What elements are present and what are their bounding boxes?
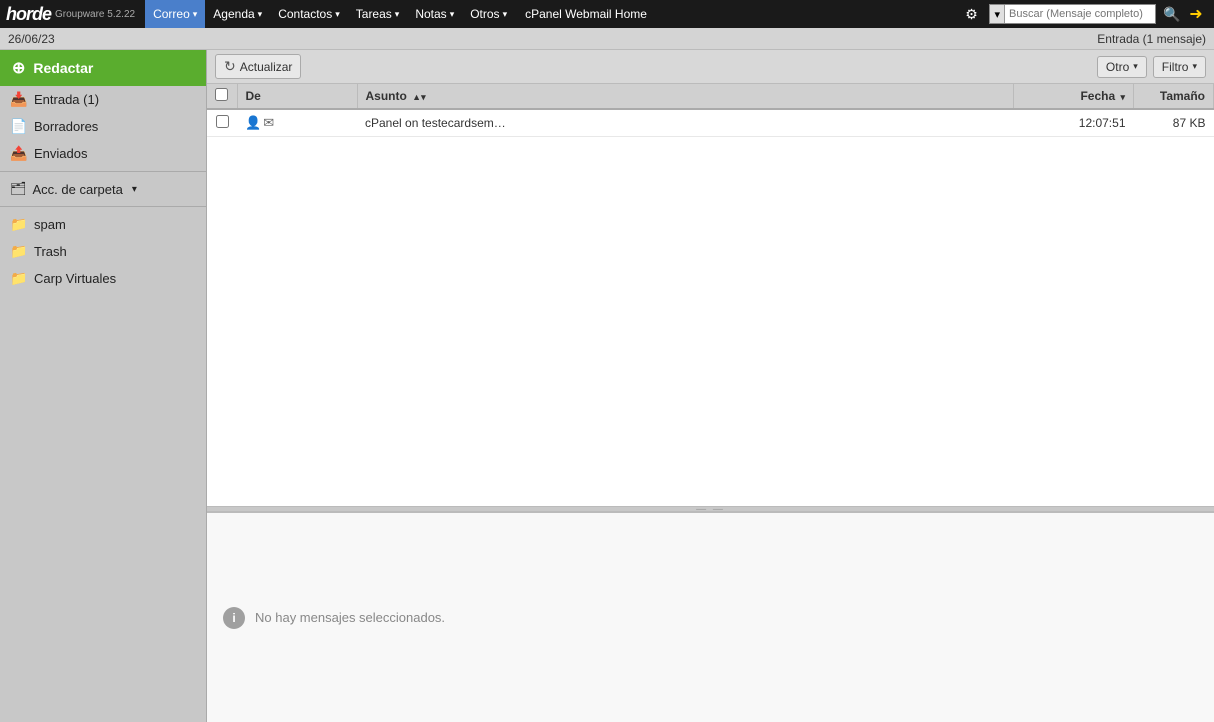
draft-icon: 📄 <box>10 118 28 135</box>
nav-agenda-arrow: ▾ <box>258 9 263 20</box>
carp-virtuales-label: Carp Virtuales <box>34 271 116 286</box>
inbox-icon: 📥 <box>10 91 28 108</box>
nav-agenda[interactable]: Agenda ▾ <box>205 0 270 28</box>
spam-label: spam <box>34 217 66 232</box>
info-icon: i <box>223 607 245 629</box>
borradores-label: Borradores <box>34 119 98 134</box>
main-layout: ⊕ Redactar 📥 Entrada (1) 📄 Borradores 📤 … <box>0 50 1214 722</box>
fecha-sort-arrow: ▾ <box>1120 92 1125 102</box>
enviados-label: Enviados <box>34 146 87 161</box>
sidebar-item-enviados[interactable]: 📤 Enviados <box>0 140 206 167</box>
nav-tareas[interactable]: Tareas ▾ <box>348 0 408 28</box>
row-checkbox-cell <box>207 109 237 137</box>
logout-button[interactable]: ➜ <box>1184 0 1208 28</box>
nav-correo[interactable]: Correo ▾ <box>145 0 205 28</box>
sidebar-divider-2 <box>0 206 206 207</box>
no-selection-text: No hay mensajes seleccionados. <box>255 610 445 625</box>
top-navigation: horde Groupware 5.2.22 Correo ▾ Agenda ▾… <box>0 0 1214 28</box>
sidebar-item-spam[interactable]: 📁 spam <box>0 211 206 238</box>
col-header-de[interactable]: De <box>237 84 357 109</box>
nav-correo-arrow: ▾ <box>193 9 198 20</box>
trash-label: Trash <box>34 244 67 259</box>
nav-notas-arrow: ▾ <box>450 9 455 20</box>
current-date: 26/06/23 <box>8 32 55 46</box>
sidebar: ⊕ Redactar 📥 Entrada (1) 📄 Borradores 📤 … <box>0 50 207 722</box>
filter-dropdown-arrow: ▾ <box>1192 61 1197 72</box>
trash-folder-icon: 📁 <box>10 243 28 260</box>
row-tamano-cell: 87 KB <box>1134 109 1214 137</box>
sidebar-item-entrada[interactable]: 📥 Entrada (1) <box>0 86 206 113</box>
virtual-folder-icon: 📁 <box>10 270 28 287</box>
filter-dropdown[interactable]: Filtro ▾ <box>1153 56 1206 78</box>
row-from-cell[interactable]: cPanel on testecardsem… <box>357 109 1014 137</box>
sidebar-divider <box>0 171 206 172</box>
nav-otros-arrow: ▾ <box>503 9 508 20</box>
other-dropdown-arrow: ▾ <box>1133 61 1138 72</box>
msg-icons: 👤 ✉ <box>245 115 349 131</box>
other-dropdown[interactable]: Otro ▾ <box>1097 56 1147 78</box>
email-icon: ✉ <box>263 115 274 131</box>
col-header-fecha[interactable]: Fecha ▾ <box>1014 84 1134 109</box>
content-area: ↻ Actualizar Otro ▾ Filtro ▾ <box>207 50 1214 722</box>
folder-actions-icon: 🗂 <box>10 181 27 197</box>
compose-icon: ⊕ <box>12 58 25 78</box>
col-header-tamano[interactable]: Tamaño <box>1134 84 1214 109</box>
compose-button[interactable]: ⊕ Redactar <box>0 50 206 86</box>
refresh-icon: ↻ <box>224 58 236 75</box>
select-all-checkbox[interactable] <box>215 88 228 101</box>
sidebar-item-borradores[interactable]: 📄 Borradores <box>0 113 206 140</box>
search-scope-dropdown[interactable]: ▾ <box>990 5 1005 23</box>
sidebar-item-trash[interactable]: 📁 Trash <box>0 238 206 265</box>
inbox-status: Entrada (1 mensaje) <box>1097 32 1206 46</box>
preview-pane: i No hay mensajes seleccionados. <box>207 512 1214 722</box>
refresh-button[interactable]: ↻ Actualizar <box>215 54 301 79</box>
col-header-checkbox[interactable] <box>207 84 237 109</box>
row-de-cell: 👤 ✉ <box>237 109 357 137</box>
logo-horde: horde <box>6 4 51 25</box>
date-bar: 26/06/23 Entrada (1 mensaje) <box>0 28 1214 50</box>
nav-notas[interactable]: Notas ▾ <box>407 0 462 28</box>
nav-contactos-arrow: ▾ <box>335 9 340 20</box>
sender-icon: 👤 <box>245 115 261 131</box>
table-row[interactable]: 👤 ✉ cPanel on testecardsem… 12:07:51 87 … <box>207 109 1214 137</box>
search-area: ▾ <box>989 4 1156 24</box>
search-input[interactable] <box>1005 8 1155 20</box>
nav-cpanel-home[interactable]: cPanel Webmail Home <box>515 0 657 28</box>
col-header-asunto[interactable]: Asunto ▲▾ <box>357 84 1014 109</box>
acc-carpeta-button[interactable]: 🗂 Acc. de carpeta ▾ <box>0 176 206 202</box>
nav-tareas-arrow: ▾ <box>395 9 400 20</box>
entrada-label: Entrada (1) <box>34 92 99 107</box>
message-toolbar: ↻ Actualizar Otro ▾ Filtro ▾ <box>207 50 1214 84</box>
nav-contactos[interactable]: Contactos ▾ <box>270 0 348 28</box>
row-checkbox[interactable] <box>216 115 229 128</box>
sent-icon: 📤 <box>10 145 28 162</box>
settings-button[interactable]: ⚙ <box>957 0 985 28</box>
search-button[interactable]: 🔍 <box>1160 2 1184 26</box>
nav-otros[interactable]: Otros ▾ <box>462 0 515 28</box>
logo-groupware: Groupware 5.2.22 <box>55 9 135 20</box>
spam-folder-icon: 📁 <box>10 216 28 233</box>
acc-carpeta-arrow: ▾ <box>132 184 137 195</box>
sidebar-item-carp-virtuales[interactable]: 📁 Carp Virtuales <box>0 265 206 292</box>
asunto-sort-arrow: ▲▾ <box>412 92 425 102</box>
logo-area: horde Groupware 5.2.22 <box>6 4 135 25</box>
message-table: De Asunto ▲▾ Fecha ▾ Tamaño <box>207 84 1214 137</box>
row-fecha-cell: 12:07:51 <box>1014 109 1134 137</box>
message-list-container: De Asunto ▲▾ Fecha ▾ Tamaño <box>207 84 1214 506</box>
